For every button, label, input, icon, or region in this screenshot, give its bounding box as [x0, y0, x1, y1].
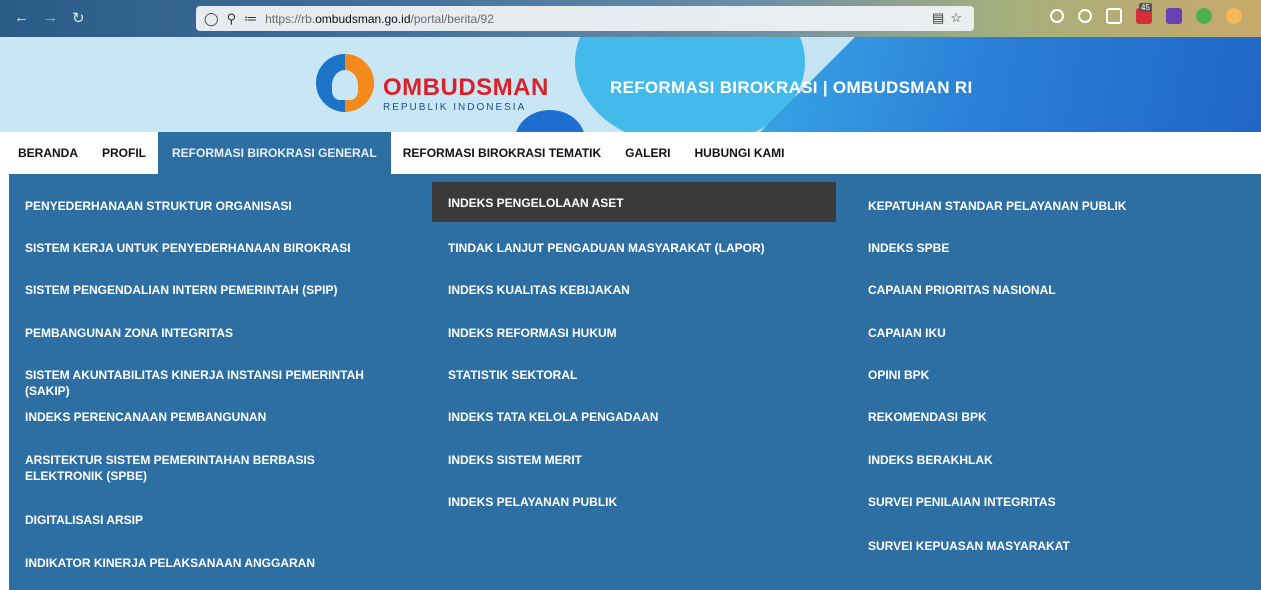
mega-menu-dropdown: PENYEDERHANAAN STRUKTUR ORGANISASI SISTE… — [9, 174, 1261, 590]
url-path: /portal/berita/92 — [410, 11, 494, 26]
menu-item-indikator-kinerja[interactable]: INDIKATOR KINERJA PELAKSANAAN ANGGARAN — [9, 555, 413, 571]
menu-item-zona-integritas[interactable]: PEMBANGUNAN ZONA INTEGRITAS — [9, 325, 413, 341]
nav-item-reformasi-birokrasi-tematik[interactable]: REFORMASI BIROKRASI TEMATIK — [391, 132, 613, 174]
share-icon[interactable] — [1106, 8, 1122, 24]
menu-item-indeks-tata-kelola-pengadaan[interactable]: INDEKS TATA KELOLA PENGADAAN — [432, 409, 836, 425]
menu-item-kepatuhan-standar[interactable]: KEPATUHAN STANDAR PELAYANAN PUBLIK — [852, 198, 1256, 214]
pocket-icon[interactable] — [1050, 9, 1064, 23]
extension-icon[interactable]: 45 — [1136, 3, 1152, 24]
account-icon[interactable] — [1078, 9, 1092, 23]
logo-subtitle: REPUBLIK INDONESIA — [383, 102, 527, 113]
url-prefix: https://rb. — [265, 11, 316, 26]
logo-title: OMBUDSMAN — [383, 74, 549, 101]
logo-text[interactable]: OMBUDSMAN REPUBLIK INDONESIA — [383, 74, 549, 114]
addon-icon[interactable] — [1196, 8, 1212, 24]
nav-item-reformasi-birokrasi-general[interactable]: REFORMASI BIROKRASI GENERAL — [158, 132, 391, 174]
menu-item-survei-kepuasan-masyarakat[interactable]: SURVEI KEPUASAN MASYARAKAT — [852, 538, 1256, 554]
reader-view-icon[interactable]: ▤ — [932, 10, 944, 26]
menu-item-indeks-kualitas-kebijakan[interactable]: INDEKS KUALITAS KEBIJAKAN — [432, 282, 836, 298]
menu-item-rekomendasi-bpk[interactable]: REKOMENDASI BPK — [852, 409, 1256, 425]
menu-item-lapor[interactable]: TINDAK LANJUT PENGADUAN MASYARAKAT (LAPO… — [432, 240, 836, 256]
back-icon[interactable]: ← — [14, 9, 29, 27]
extensions-toolbar: 45 — [1050, 3, 1242, 24]
menu-item-penyederhanaan-struktur-organisasi[interactable]: PENYEDERHANAAN STRUKTUR ORGANISASI — [9, 198, 413, 214]
menu-item-capaian-prioritas-nasional[interactable]: CAPAIAN PRIORITAS NASIONAL — [852, 282, 1256, 298]
nav-item-beranda[interactable]: BERANDA — [0, 132, 90, 174]
menu-icon[interactable] — [1226, 8, 1242, 24]
url-text[interactable]: https://rb.ombudsman.go.id/portal/berita… — [265, 12, 494, 26]
ombudsman-logo-icon[interactable] — [316, 54, 374, 112]
nav-item-galeri[interactable]: GALERI — [613, 132, 682, 174]
menu-item-capaian-iku[interactable]: CAPAIAN IKU — [852, 325, 1256, 341]
menu-item-indeks-berakhlak[interactable]: INDEKS BERAKHLAK — [852, 452, 1256, 468]
lock-icon[interactable]: ⚲ — [227, 11, 237, 27]
address-bar[interactable]: ◯ ⚲ ≔ https://rb.ombudsman.go.id/portal/… — [196, 6, 974, 31]
menu-item-sistem-kerja[interactable]: SISTEM KERJA UNTUK PENYEDERHANAAN BIROKR… — [9, 240, 413, 256]
menu-item-indeks-sistem-merit[interactable]: INDEKS SISTEM MERIT — [432, 452, 836, 468]
extension-badge: 45 — [1139, 3, 1152, 12]
header-decoration — [515, 110, 585, 132]
main-navigation: BERANDA PROFIL REFORMASI BIROKRASI GENER… — [0, 132, 1261, 174]
shield-icon[interactable]: ◯ — [204, 11, 219, 27]
menu-item-indeks-spbe[interactable]: INDEKS SPBE — [852, 240, 1256, 256]
menu-item-digitalisasi-arsip[interactable]: DIGITALISASI ARSIP — [9, 512, 413, 528]
browser-toolbar: ← → ↻ ◯ ⚲ ≔ https://rb.ombudsman.go.id/p… — [0, 0, 1261, 37]
menu-item-spbe-arsitektur[interactable]: ARSITEKTUR SISTEM PEMERINTAHAN BERBASIS … — [9, 452, 389, 484]
browser-nav-buttons: ← → ↻ — [14, 9, 85, 27]
menu-item-indeks-pengelolaan-aset[interactable]: INDEKS PENGELOLAAN ASET — [432, 182, 836, 222]
site-title: REFORMASI BIROKRASI | OMBUDSMAN RI — [610, 78, 973, 97]
menu-item-survei-penilaian-integritas[interactable]: SURVEI PENILAIAN INTEGRITAS — [852, 494, 1256, 510]
nav-item-hubungi-kami[interactable]: HUBUNGI KAMI — [682, 132, 796, 174]
site-header: OMBUDSMAN REPUBLIK INDONESIA REFORMASI B… — [0, 37, 1261, 132]
menu-item-statistik-sektoral[interactable]: STATISTIK SEKTORAL — [432, 367, 836, 383]
url-host: ombudsman.go.id — [315, 11, 411, 26]
address-bar-actions: ▤ ☆ — [932, 10, 962, 26]
bookmark-star-icon[interactable]: ☆ — [950, 10, 962, 26]
forward-icon[interactable]: → — [43, 9, 58, 27]
menu-item-indeks-reformasi-hukum[interactable]: INDEKS REFORMASI HUKUM — [432, 325, 836, 341]
reload-icon[interactable]: ↻ — [72, 9, 85, 27]
menu-item-sakip[interactable]: SISTEM AKUNTABILITAS KINERJA INSTANSI PE… — [9, 367, 413, 399]
menu-item-indeks-pelayanan-publik[interactable]: INDEKS PELAYANAN PUBLIK — [432, 494, 836, 510]
menu-item-indeks-perencanaan[interactable]: INDEKS PERENCANAAN PEMBANGUNAN — [9, 409, 413, 425]
menu-item-opini-bpk[interactable]: OPINI BPK — [852, 367, 1256, 383]
nav-item-profil[interactable]: PROFIL — [90, 132, 158, 174]
menu-item-spip[interactable]: SISTEM PENGENDALIAN INTERN PEMERINTAH (S… — [9, 282, 413, 298]
permissions-icon[interactable]: ≔ — [244, 11, 257, 27]
puzzle-extension-icon[interactable] — [1166, 8, 1182, 24]
